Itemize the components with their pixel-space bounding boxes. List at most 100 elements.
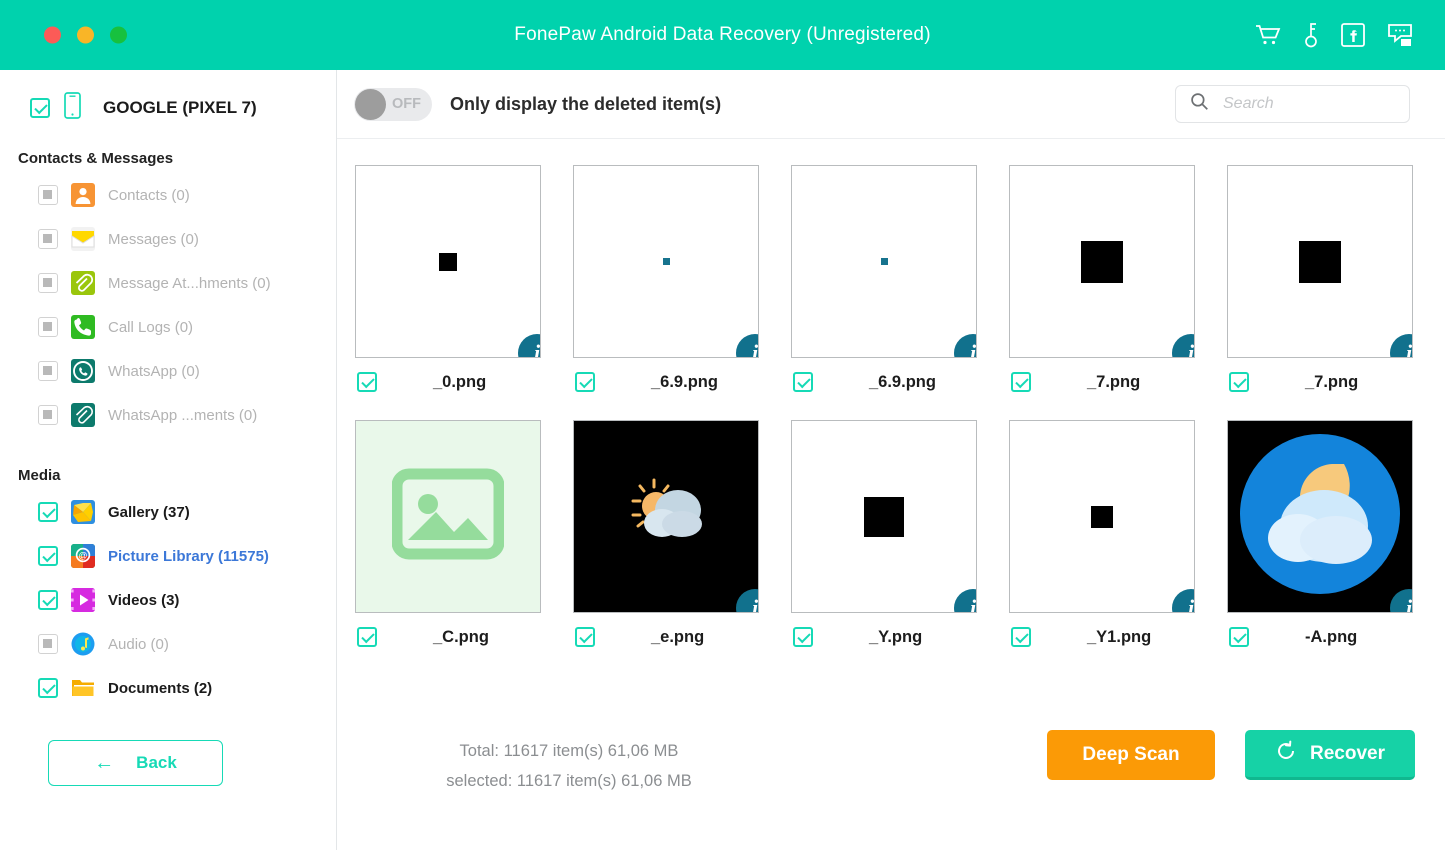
key-icon[interactable] (1303, 22, 1319, 48)
thumbnail[interactable]: i (573, 165, 759, 358)
grid-item[interactable]: i _7.png (1227, 165, 1445, 392)
thumbnail[interactable]: i (1227, 165, 1413, 358)
feedback-icon[interactable] (1387, 23, 1413, 47)
app-window: FonePaw Android Data Recovery (Unregiste… (0, 0, 1445, 850)
info-icon[interactable]: i (518, 334, 540, 357)
sidebar-item-label: Contacts (0) (108, 186, 190, 204)
grid-item[interactable]: i _e.png (573, 420, 791, 647)
videos-checkbox[interactable] (38, 590, 58, 610)
thumbnail[interactable]: i (791, 165, 977, 358)
picture-library-checkbox[interactable] (38, 546, 58, 566)
facebook-icon[interactable] (1341, 23, 1365, 47)
info-icon[interactable]: i (954, 334, 976, 357)
sidebar-item-label: Gallery (37) (108, 503, 190, 521)
grid-item[interactable]: i _6.9.png (791, 165, 1009, 392)
sidebar-item-gallery[interactable]: Gallery (37) (0, 490, 336, 534)
toggle-state-label: OFF (392, 96, 421, 112)
sidebar-item-contacts[interactable]: Contacts (0) (0, 173, 336, 217)
refresh-icon (1275, 740, 1297, 768)
sidebar-item-documents[interactable]: Documents (2) (0, 666, 336, 710)
grid-item-checkbox[interactable] (357, 627, 377, 647)
grid-item[interactable]: i _Y1.png (1009, 420, 1227, 647)
sidebar-item-picture-library[interactable]: @ Picture Library (11575) (0, 534, 336, 578)
app-title: FonePaw Android Data Recovery (Unregiste… (514, 24, 931, 45)
grid-item-footer: _7.png (1009, 372, 1227, 392)
sidebar-item-whatsapp[interactable]: WhatsApp (0) (0, 349, 336, 393)
sidebar-item-messages[interactable]: Messages (0) (0, 217, 336, 261)
deep-scan-label: Deep Scan (1082, 744, 1180, 765)
info-icon[interactable]: i (1172, 334, 1194, 357)
deep-scan-button[interactable]: Deep Scan (1047, 730, 1215, 780)
grid-item-name: _7.png (1305, 372, 1359, 391)
thumbnail[interactable]: i (573, 420, 759, 613)
grid-item-name: _7.png (1087, 372, 1141, 391)
thumbnail[interactable]: i (1009, 420, 1195, 613)
sidebar-item-message-attachments[interactable]: Message At...hments (0) (0, 261, 336, 305)
sidebar-item-videos[interactable]: Videos (3) (0, 578, 336, 622)
grid-item-name: _C.png (433, 627, 489, 646)
grid-item-checkbox[interactable] (793, 627, 813, 647)
grid-item-footer: _Y.png (791, 627, 1009, 647)
recover-label: Recover (1310, 742, 1385, 764)
grid-item[interactable]: i _Y.png (791, 420, 1009, 647)
sidebar-item-audio[interactable]: Audio (0) (0, 622, 336, 666)
grid-item[interactable]: _C.png (355, 420, 573, 647)
thumbnail[interactable]: i (1009, 165, 1195, 358)
documents-checkbox[interactable] (38, 678, 58, 698)
sidebar-item-whatsapp-attachments[interactable]: WhatsApp ...ments (0) (0, 393, 336, 437)
grid-item[interactable]: i _7.png (1009, 165, 1227, 392)
sidebar-item-call-logs[interactable]: Call Logs (0) (0, 305, 336, 349)
thumbnail[interactable]: i (791, 420, 977, 613)
sidebar-item-label: Message At...hments (0) (108, 274, 271, 292)
messages-checkbox[interactable] (38, 229, 58, 249)
grid-item-footer: _7.png (1227, 372, 1445, 392)
whatsapp-attachments-icon (71, 403, 95, 427)
sidebar-item-label: Audio (0) (108, 635, 169, 653)
device-checkbox[interactable] (30, 98, 50, 118)
info-icon[interactable]: i (1390, 334, 1412, 357)
grid-item-checkbox[interactable] (1011, 627, 1031, 647)
grid-item-name: -A.png (1305, 627, 1358, 646)
picture-library-icon: @ (71, 544, 95, 568)
whatsapp-checkbox[interactable] (38, 361, 58, 381)
search-box[interactable] (1175, 85, 1410, 123)
search-input[interactable] (1223, 95, 1393, 113)
cart-icon[interactable] (1255, 24, 1281, 46)
thumbnail[interactable]: i (355, 165, 541, 358)
thumbnail[interactable] (355, 420, 541, 613)
device-name: GOOGLE (PIXEL 7) (103, 98, 257, 117)
info-icon[interactable]: i (954, 589, 976, 612)
info-icon[interactable]: i (736, 334, 758, 357)
recover-button[interactable]: Recover (1245, 730, 1415, 780)
grid-item-checkbox[interactable] (793, 372, 813, 392)
grid-item[interactable]: i -A.png (1227, 420, 1445, 647)
grid-item-checkbox[interactable] (1011, 372, 1031, 392)
thumbnail[interactable]: i (1227, 420, 1413, 613)
deleted-items-toggle[interactable]: OFF (354, 87, 432, 121)
contacts-checkbox[interactable] (38, 185, 58, 205)
title-bar: FonePaw Android Data Recovery (Unregiste… (0, 0, 1445, 70)
audio-icon (71, 632, 95, 656)
grid-item-footer: _6.9.png (573, 372, 791, 392)
arrow-left-icon: ← (94, 752, 115, 774)
grid-item-name: _6.9.png (869, 372, 936, 391)
grid-item-checkbox[interactable] (575, 372, 595, 392)
info-icon[interactable]: i (736, 589, 758, 612)
info-icon[interactable]: i (1172, 589, 1194, 612)
gallery-checkbox[interactable] (38, 502, 58, 522)
grid-item-name: _6.9.png (651, 372, 718, 391)
grid-item-checkbox[interactable] (575, 627, 595, 647)
grid-item-checkbox[interactable] (1229, 627, 1249, 647)
grid-item-footer: _e.png (573, 627, 791, 647)
whatsapp-attachments-checkbox[interactable] (38, 405, 58, 425)
grid-item[interactable]: i _6.9.png (573, 165, 791, 392)
grid-item[interactable]: i _0.png (355, 165, 573, 392)
audio-checkbox[interactable] (38, 634, 58, 654)
grid-item-checkbox[interactable] (1229, 372, 1249, 392)
call-logs-checkbox[interactable] (38, 317, 58, 337)
toggle-knob (355, 88, 386, 120)
message-attachments-checkbox[interactable] (38, 273, 58, 293)
grid-item-checkbox[interactable] (357, 372, 377, 392)
back-button[interactable]: ← Back (48, 740, 223, 786)
sidebar-device-row[interactable]: GOOGLE (PIXEL 7) (0, 70, 336, 124)
